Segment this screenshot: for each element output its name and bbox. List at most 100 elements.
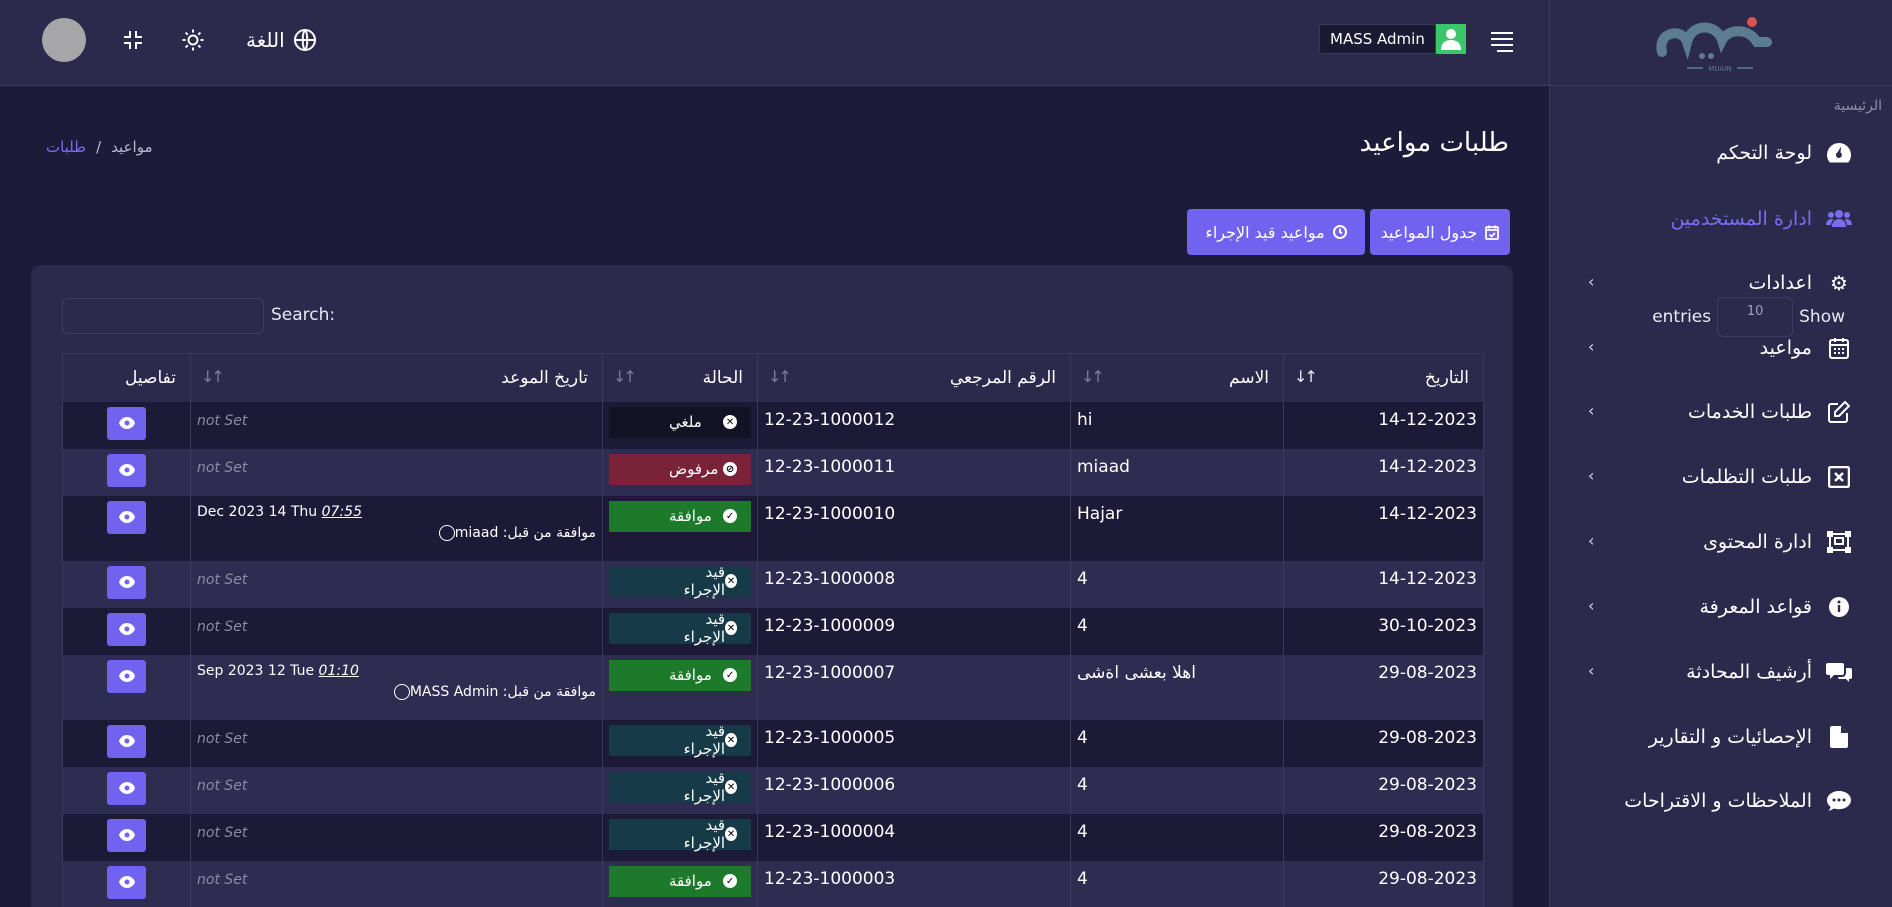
status-badge: قيد الإجراء ✕ — [609, 769, 751, 805]
sidebar-item-chat-archive[interactable]: أرشيف المحادثة — [1686, 657, 1852, 687]
cell-status: قيد الإجراء ✕ — [602, 560, 758, 608]
status-pending-icon: ✕ — [725, 780, 737, 794]
table-body: 14-12-2023 hi 12-23-1000012 ملغي ✕ not S… — [62, 401, 1484, 907]
sort-icon: ↑↓ — [1081, 367, 1105, 386]
sidebar-item-label: أرشيف المحادثة — [1686, 661, 1812, 683]
sidebar-item-appointments[interactable]: مواعيد — [1760, 333, 1852, 363]
entries-select[interactable]: 10 — [1717, 297, 1794, 337]
eye-icon — [118, 782, 135, 794]
view-details-button[interactable] — [107, 659, 146, 693]
x-square-icon — [1826, 464, 1852, 490]
search-label: Search: — [271, 305, 336, 325]
cell-status: ملغي ✕ — [602, 401, 758, 449]
page-title: طلبات مواعيد — [1359, 128, 1509, 158]
pending-appointments-button[interactable]: مواعيد قيد الإجراء — [1187, 209, 1365, 255]
chevron-left-icon[interactable]: ‹ — [1588, 531, 1594, 550]
muain-logo: MUAIN — [1656, 17, 1772, 73]
chat-icon — [1826, 659, 1852, 685]
sidebar-item-settings[interactable]: ⚙ اعدادات — [1749, 268, 1853, 298]
sidebar-item-users[interactable]: ادارة المستخدمين — [1670, 204, 1852, 234]
status-approved-icon: ✓ — [723, 874, 737, 888]
cell-details — [62, 560, 191, 608]
cell-appointment-date: Dec 2023 14 Thu 07:55 موافقة من قبل: mia… — [190, 495, 603, 561]
clock-icon — [1332, 225, 1347, 239]
svg-text:MUAIN: MUAIN — [1708, 65, 1731, 73]
search-input[interactable] — [62, 298, 264, 334]
eye-icon — [118, 464, 135, 476]
status-label: قيد الإجراء — [683, 563, 726, 599]
cell-appointment-date: not Set — [190, 766, 603, 814]
view-details-button[interactable] — [107, 771, 146, 805]
cell-reference: 12-23-1000005 — [757, 719, 1071, 767]
view-details-button[interactable] — [107, 565, 146, 599]
cell-name: اهلا بعشی اةشی — [1070, 654, 1284, 720]
view-details-button[interactable] — [107, 818, 146, 852]
chevron-left-icon[interactable]: ‹ — [1588, 401, 1594, 420]
globe-icon — [293, 28, 317, 52]
sidebar-item-content[interactable]: ادارة المحتوى — [1703, 527, 1852, 557]
admin-user-badge[interactable]: MASS Admin — [1319, 24, 1466, 54]
column-header-appointment-date[interactable]: تاريخ الموعد ↑↓ — [190, 353, 603, 402]
gear-icon: ⚙ — [1830, 271, 1848, 295]
chevron-left-icon[interactable]: ‹ — [1588, 596, 1594, 615]
appointment-time: 01:10 — [318, 662, 359, 679]
logo[interactable]: MUAIN — [1550, 0, 1892, 86]
menu-toggle-icon[interactable] — [1487, 28, 1513, 52]
appointment-datetime: Dec 2023 14 Thu 07:55 — [197, 504, 596, 520]
status-label: قيد الإجراء — [683, 769, 726, 805]
appointments-schedule-button[interactable]: جدول المواعيد — [1370, 209, 1510, 255]
column-header-name[interactable]: الاسم ↑↓ — [1070, 353, 1284, 402]
sidebar-item-knowledge-base[interactable]: قواعد المعرفة — [1700, 592, 1853, 622]
sidebar-item-feedback[interactable]: الملاحظات و الاقتراحات — [1624, 786, 1852, 816]
chevron-left-icon[interactable]: ‹ — [1588, 272, 1594, 291]
sidebar-item-dashboard[interactable]: لوحة التحكم — [1716, 138, 1852, 168]
appointments-table: التاريخ ↑↓ الاسم ↑↓ الرقم المرجعي ↑↓ الحالة… — [62, 353, 1484, 907]
approved-by-text: موافقة من قبل: MASS Admin — [409, 683, 596, 700]
chevron-left-icon[interactable]: ‹ — [1588, 337, 1594, 356]
view-details-button[interactable] — [107, 865, 146, 899]
cell-date: 14-12-2023 — [1283, 495, 1484, 561]
approved-by: موافقة من قبل: miaad — [197, 524, 596, 541]
theme-sun-icon[interactable] — [179, 26, 207, 54]
sidebar-item-statistics[interactable]: الإحصائيات و التقارير — [1649, 722, 1852, 752]
cell-details — [62, 495, 191, 561]
table-row: 29-08-2023 4 12-23-1000004 قيد الإجراء ✕… — [62, 813, 1484, 861]
view-details-button[interactable] — [107, 500, 146, 534]
view-details-button[interactable] — [107, 406, 146, 440]
info-icon — [1826, 594, 1852, 620]
cell-appointment-date: not Set — [190, 719, 603, 767]
appointments-schedule-label: جدول المواعيد — [1380, 222, 1478, 242]
user-avatar[interactable] — [42, 18, 86, 62]
sidebar-item-label: قواعد المعرفة — [1699, 596, 1813, 618]
sidebar-item-complaints[interactable]: طلبات التظلمات — [1682, 462, 1852, 492]
status-label: موافقة — [669, 666, 712, 684]
status-label: قيد الإجراء — [683, 610, 726, 646]
status-pending-icon: ✕ — [725, 827, 737, 841]
sidebar-item-label: ادارة المحتوى — [1703, 531, 1812, 553]
admin-avatar-icon — [1435, 24, 1466, 54]
view-details-button[interactable] — [107, 612, 146, 646]
language-selector[interactable]: اللغة — [246, 26, 317, 54]
view-details-button[interactable] — [107, 453, 146, 487]
breadcrumb-requests[interactable]: طلبات — [46, 138, 86, 156]
appointment-not-set: not Set — [197, 730, 248, 747]
column-header-reference[interactable]: الرقم المرجعي ↑↓ — [757, 353, 1071, 402]
appointment-not-set: not Set — [197, 571, 248, 588]
status-badge: قيد الإجراء ✕ — [609, 610, 751, 646]
cell-status: موافقة ✓ — [602, 860, 758, 907]
cell-name: Hajar — [1070, 495, 1284, 561]
pending-appointments-label: مواعيد قيد الإجراء — [1205, 222, 1325, 242]
status-label: قيد الإجراء — [683, 816, 726, 852]
sidebar-item-service-requests[interactable]: طلبات الخدمات — [1688, 397, 1852, 427]
column-header-date[interactable]: التاريخ ↑↓ — [1283, 353, 1484, 402]
cell-reference: 12-23-1000006 — [757, 766, 1071, 814]
cell-reference: 12-23-1000008 — [757, 560, 1071, 608]
view-details-button[interactable] — [107, 724, 146, 758]
fullscreen-exit-icon[interactable] — [119, 26, 147, 54]
chevron-left-icon[interactable]: ‹ — [1588, 466, 1594, 485]
sort-icon: ↑↓ — [768, 367, 792, 386]
approved-by-text: موافقة من قبل: miaad — [454, 524, 596, 541]
chevron-left-icon[interactable]: ‹ — [1588, 661, 1594, 680]
cell-date: 14-12-2023 — [1283, 448, 1484, 496]
column-header-status[interactable]: الحالة ↑↓ — [602, 353, 758, 402]
